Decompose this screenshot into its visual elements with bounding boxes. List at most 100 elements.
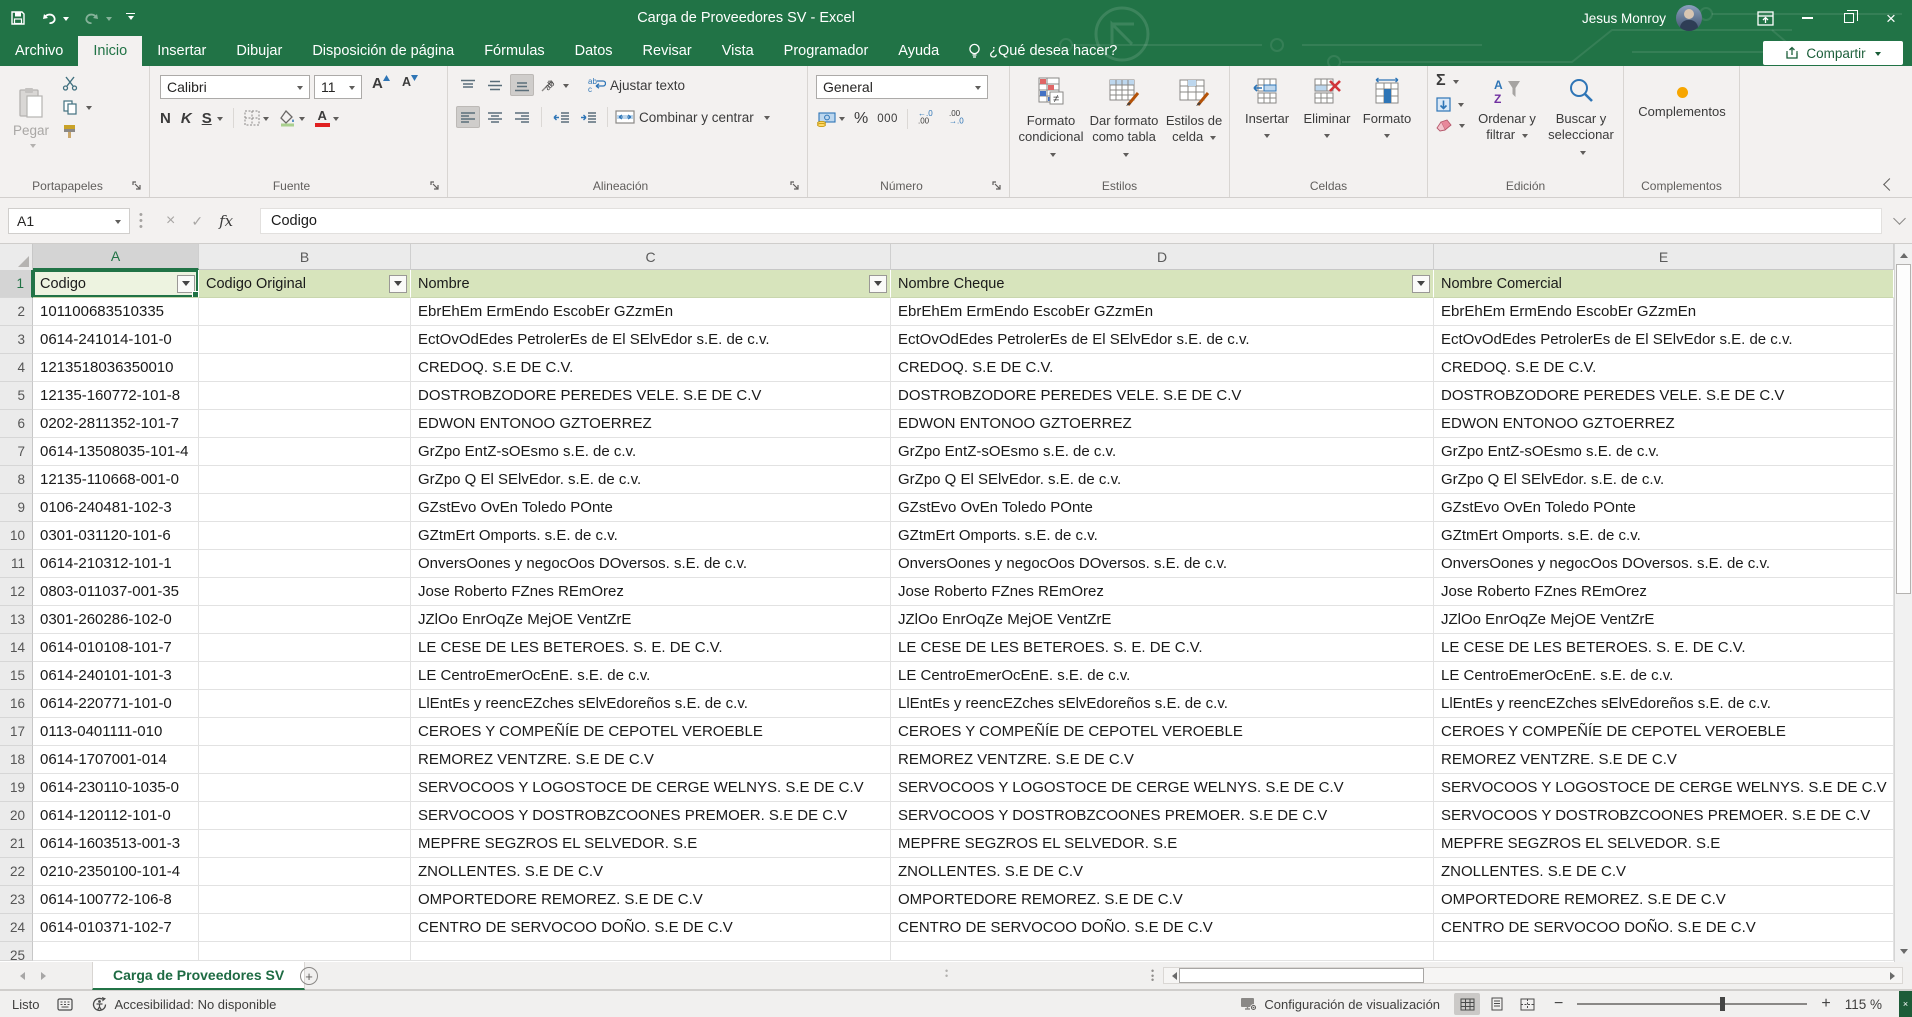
cell-A7[interactable]: 0614-13508035-101-4	[33, 438, 199, 466]
cell-D19[interactable]: SERVOCOOS Y LOGOSTOCE DE CERGE WELNYS. S…	[891, 774, 1434, 802]
cell-A8[interactable]: 12135-110668-001-0	[33, 466, 199, 494]
row-header-15[interactable]: 15	[0, 662, 33, 690]
cell-A3[interactable]: 0614-241014-101-0	[33, 326, 199, 354]
cell-D15[interactable]: LE CentroEmerOcEnE. s.E. de c.v.	[891, 662, 1434, 690]
cell-C16[interactable]: LlEntEs y reencEZches sElvEdoreños s.E. …	[411, 690, 891, 718]
cell-B24[interactable]	[199, 914, 411, 942]
cell-B25[interactable]	[199, 942, 411, 961]
cell-D8[interactable]: GrZpo Q El SElvEdor. s.E. de c.v.	[891, 466, 1434, 494]
cell-B6[interactable]	[199, 410, 411, 438]
cell-B7[interactable]	[199, 438, 411, 466]
sort-filter-button[interactable]: AZ Ordenar y filtrar	[1472, 71, 1542, 171]
row-header-8[interactable]: 8	[0, 466, 33, 494]
next-sheet-icon[interactable]	[41, 972, 50, 980]
cell-C5[interactable]: DOSTROBZODORE PEREDES VELE. S.E DE C.V	[411, 382, 891, 410]
vertical-scrollbar[interactable]	[1894, 244, 1912, 962]
cell-C19[interactable]: SERVOCOOS Y LOGOSTOCE DE CERGE WELNYS. S…	[411, 774, 891, 802]
name-box[interactable]: A1	[8, 208, 130, 234]
fill-button[interactable]	[1436, 97, 1465, 112]
confirm-entry-icon[interactable]: ✓	[191, 213, 203, 230]
cell-D4[interactable]: CREDOQ. S.E DE C.V.	[891, 354, 1434, 382]
cell-B13[interactable]	[199, 606, 411, 634]
header-cell-C1[interactable]: Nombre	[411, 270, 891, 298]
cell-C8[interactable]: GrZpo Q El SElvEdor. s.E. de c.v.	[411, 466, 891, 494]
cell-D21[interactable]: MEPFRE SEGZROS EL SELVEDOR. S.E	[891, 830, 1434, 858]
tab-ayuda[interactable]: Ayuda	[883, 36, 954, 66]
cell-B5[interactable]	[199, 382, 411, 410]
borders-button[interactable]	[244, 110, 269, 126]
increase-decimal-button[interactable]: ←.0.00	[917, 108, 939, 129]
cell-A18[interactable]: 0614-1707001-014	[33, 746, 199, 774]
undo-button[interactable]	[40, 10, 69, 26]
cell-C3[interactable]: EctOvOdEdes PetrolerEs de El SElvEdor s.…	[411, 326, 891, 354]
format-painter-button[interactable]	[62, 124, 92, 139]
format-cells-button[interactable]: Formato	[1358, 71, 1416, 171]
cell-B23[interactable]	[199, 886, 411, 914]
header-cell-B1[interactable]: Codigo Original	[199, 270, 411, 298]
accessibility-status[interactable]: Accesibilidad: No disponible	[91, 996, 276, 1013]
cell-E8[interactable]: GrZpo Q El SElvEdor. s.E. de c.v.	[1434, 466, 1894, 494]
row-header-11[interactable]: 11	[0, 550, 33, 578]
header-cell-A1[interactable]: Codigo	[33, 270, 199, 298]
column-header-D[interactable]: D	[891, 244, 1434, 270]
cell-C15[interactable]: LE CentroEmerOcEnE. s.E. de c.v.	[411, 662, 891, 690]
insert-cells-button[interactable]: Insertar	[1238, 71, 1296, 171]
cell-D24[interactable]: CENTRO DE SERVOCOO DOÑO. S.E DE C.V	[891, 914, 1434, 942]
row-header-17[interactable]: 17	[0, 718, 33, 746]
cell-E21[interactable]: MEPFRE SEGZROS EL SELVEDOR. S.E	[1434, 830, 1894, 858]
vertical-scroll-thumb[interactable]	[1896, 264, 1911, 594]
page-break-view-button[interactable]	[1514, 993, 1540, 1015]
cell-A20[interactable]: 0614-120112-101-0	[33, 802, 199, 830]
filter-button-C1[interactable]	[869, 275, 887, 293]
cell-E9[interactable]: GZstEvo OvEn Toledo POnte	[1434, 494, 1894, 522]
tab-disposicion-de-pagina[interactable]: Disposición de página	[297, 36, 469, 66]
column-header-E[interactable]: E	[1434, 244, 1894, 270]
save-icon[interactable]	[10, 10, 26, 26]
align-center-button[interactable]	[483, 106, 507, 128]
row-header-1[interactable]: 1	[0, 270, 33, 298]
cell-B3[interactable]	[199, 326, 411, 354]
cell-E14[interactable]: LE CESE DE LES BETEROES. S. E. DE C.V.	[1434, 634, 1894, 662]
cell-E13[interactable]: JZlOo EnrOqZe MejOE VentZrE	[1434, 606, 1894, 634]
filter-button-D1[interactable]	[1412, 275, 1430, 293]
cell-D6[interactable]: EDWON ENTONOO GZTOERREZ	[891, 410, 1434, 438]
row-header-24[interactable]: 24	[0, 914, 33, 942]
zoom-out-button[interactable]: −	[1554, 996, 1563, 1012]
cell-E12[interactable]: Jose Roberto FZnes REmOrez	[1434, 578, 1894, 606]
collapse-ribbon-icon[interactable]	[1883, 178, 1896, 191]
increase-font-size-button[interactable]: A	[372, 75, 390, 92]
decrease-font-size-button[interactable]: A	[402, 75, 418, 89]
redo-dropdown-icon[interactable]	[106, 17, 112, 24]
cell-A11[interactable]: 0614-210312-101-1	[33, 550, 199, 578]
cell-A15[interactable]: 0614-240101-101-3	[33, 662, 199, 690]
cancel-entry-icon[interactable]: ×	[166, 212, 175, 230]
accounting-format-button[interactable]	[816, 111, 845, 127]
italic-button[interactable]: K	[181, 110, 192, 127]
font-size-combobox[interactable]: 11	[314, 75, 362, 99]
cell-A21[interactable]: 0614-1603513-001-3	[33, 830, 199, 858]
cell-E20[interactable]: SERVOCOOS Y DOSTROBZCOONES PREMOER. S.E …	[1434, 802, 1894, 830]
font-color-button[interactable]: A	[315, 109, 339, 127]
cell-C10[interactable]: GZtmErt Omports. s.E. de c.v.	[411, 522, 891, 550]
font-name-combobox[interactable]: Calibri	[160, 75, 310, 99]
cell-A12[interactable]: 0803-011037-001-35	[33, 578, 199, 606]
cell-C18[interactable]: REMOREZ VENTZRE. S.E DE C.V	[411, 746, 891, 774]
cell-C4[interactable]: CREDOQ. S.E DE C.V.	[411, 354, 891, 382]
row-header-20[interactable]: 20	[0, 802, 33, 830]
align-left-button[interactable]	[456, 106, 480, 128]
row-header-6[interactable]: 6	[0, 410, 33, 438]
cell-B20[interactable]	[199, 802, 411, 830]
tab-dibujar[interactable]: Dibujar	[221, 36, 297, 66]
cell-D17[interactable]: CEROES Y COMPEÑÍE DE CEPOTEL VEROEBLE	[891, 718, 1434, 746]
underline-dropdown-icon[interactable]	[217, 117, 223, 124]
cell-A25[interactable]	[33, 942, 199, 961]
cell-A24[interactable]: 0614-010371-102-7	[33, 914, 199, 942]
cell-C12[interactable]: Jose Roberto FZnes REmOrez	[411, 578, 891, 606]
row-header-3[interactable]: 3	[0, 326, 33, 354]
page-layout-view-button[interactable]	[1484, 993, 1510, 1015]
cell-E17[interactable]: CEROES Y COMPEÑÍE DE CEPOTEL VEROEBLE	[1434, 718, 1894, 746]
cell-D7[interactable]: GrZpo EntZ-sOEsmo s.E. de c.v.	[891, 438, 1434, 466]
scroll-up-icon[interactable]	[1895, 244, 1912, 262]
comma-style-button[interactable]: 000	[877, 113, 898, 125]
filter-button-A1[interactable]	[177, 275, 195, 293]
